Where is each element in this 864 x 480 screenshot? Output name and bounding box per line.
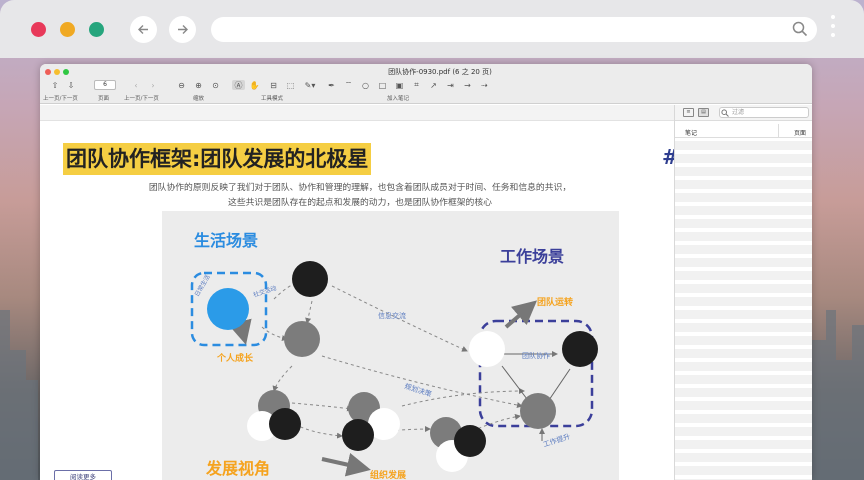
node-black-4 [342,419,374,451]
work-scene-title: 工作场景 [500,247,564,266]
pdf-viewer-window: 团队协作-0930.pdf (6 之 20 页) ⇧ ⇩ 6 ‹ › ⊖ ⊕ ⊙… [40,64,812,480]
text-select-tool-icon[interactable]: Ⓐ [232,80,245,90]
notes-sidebar: ≡ ▤ 过滤 笔记 页面 [674,105,812,480]
sidebar-toolbar: ≡ ▤ 过滤 [675,105,812,121]
list-view-icon[interactable]: ≡ [683,108,694,117]
toolbar-label-zoom: 缩放 [193,96,205,102]
toolbar-label-page: 页面 [98,96,110,102]
page-heading: 团队协作框架:团队发展的北极星 [63,143,372,175]
text-box-icon[interactable]: ▣ [394,80,405,90]
pen-tool-icon[interactable]: ✒ [326,80,337,90]
page-subtitle: 团队协作的原则反映了我们对于团队、协作和管理的理解，也包含着团队成员对于时间、任… [100,181,620,211]
viewer-maximize-button[interactable] [63,69,69,75]
viewer-close-button[interactable] [45,69,51,75]
chevron-right-icon[interactable]: › [148,80,158,90]
life-scene-title: 生活场景 [194,231,258,250]
document-title: 团队协作-0930.pdf (6 之 20 页) [388,68,492,76]
back-button[interactable] [130,16,157,43]
toolbar-label-tool-mode: 工具模式 [261,96,284,102]
marquee-tool-icon[interactable]: ⬚ [285,80,296,90]
stamp-tool-icon[interactable]: ⊟ [268,80,279,90]
zoom-out-icon[interactable]: ⊖ [176,80,187,90]
toolbar-label-add-note: 加入笔记 [387,96,410,102]
growth-view-title: 发展视角 [205,459,270,478]
kebab-menu-icon[interactable] [830,15,836,43]
sidebar-search-input[interactable]: 过滤 [719,107,809,118]
viewer-toolbar: 团队协作-0930.pdf (6 之 20 页) ⇧ ⇩ 6 ‹ › ⊖ ⊕ ⊙… [40,64,812,104]
personal-growth-label: 个人成长 [216,352,254,364]
node-black-1 [292,261,328,297]
maximize-window-button[interactable] [89,22,104,37]
subtitle-line-1: 团队协作的原则反映了我们对于团队、协作和管理的理解，也包含着团队成员对于时间、任… [148,183,572,193]
collaboration-diagram: 生活场景 工作场景 发展视角 个人成长 团队运转 组织发展 信息交流 团队协作 … [162,211,619,480]
arrow-left-icon [138,25,148,34]
comment-tool-icon[interactable]: ⌔ [343,80,354,90]
shape-circle-icon[interactable]: ○ [360,80,371,90]
forward-button[interactable] [169,16,196,43]
node-black-2 [562,331,598,367]
close-window-button[interactable] [31,22,46,37]
read-more-button[interactable]: 阅读更多 [54,470,112,480]
notes-column-label: 笔记 [685,130,698,137]
document-page: 团队协作框架:团队发展的北极星 # 团队协作的原则反映了我们对于团队、协作和管理… [40,105,679,480]
toolbar-label-prev-next-2: 上一页/下一页 [124,96,159,102]
node-black-3 [269,408,301,440]
minimize-window-button[interactable] [60,22,75,37]
hand-tool-icon[interactable]: ✋ [249,80,260,90]
zoom-fit-icon[interactable]: ⊙ [210,80,221,90]
node-black-5 [454,425,486,457]
info-exchange-label: 信息交流 [378,311,406,320]
filter-search-icon [721,109,729,117]
chevron-left-icon[interactable]: ‹ [131,80,141,90]
line-tool-icon[interactable]: ↗ [428,80,439,90]
sidebar-column-header: 笔记 页面 [675,124,812,138]
node-gray-2 [520,393,556,429]
highlight-tool-icon[interactable]: ✎▾ [303,80,317,90]
page-number-field[interactable]: 6 [94,80,116,90]
diagram-canvas: 生活场景 工作场景 发展视角 个人成长 团队运转 组织发展 信息交流 团队协作 … [190,231,598,480]
previous-page-icon[interactable]: ⇧ [50,80,60,90]
node-white-1 [469,331,505,367]
work-improve-label: 工作提升 [542,432,571,449]
dash-tool-icon[interactable]: ⇢ [479,80,490,90]
sidebar-search-placeholder: 过滤 [732,109,745,116]
subtitle-line-2: 这些共识是团队存在的起点和发展的动力，也是团队协作框架的核心 [228,198,492,208]
search-icon [792,21,808,37]
toolbar-label-prev-next: 上一页/下一页 [43,96,78,102]
address-bar[interactable] [211,17,817,42]
org-development-label: 组织发展 [370,469,406,480]
page-top-strip [40,105,674,121]
browser-toolbar [0,0,864,58]
node-gray-1 [284,321,320,357]
shape-rect-icon[interactable]: □ [377,80,388,90]
arrow-right-icon [178,25,188,34]
team-operation-label: 团队运转 [537,296,573,308]
person-node [207,288,249,330]
team-collab-label: 团队协作 [522,351,550,360]
arrow-tool-icon[interactable]: → [462,80,473,90]
notes-list [675,141,812,480]
grid-view-icon[interactable]: ▤ [698,108,709,117]
viewer-minimize-button[interactable] [54,69,60,75]
page-column-label: 页面 [794,130,807,137]
next-page-icon[interactable]: ⇩ [66,80,76,90]
planning-decision-label: 规划决策 [403,381,432,398]
signature-icon[interactable]: ⌗ [411,80,422,90]
zoom-in-icon[interactable]: ⊕ [193,80,204,90]
connector-tool-icon[interactable]: ⇥ [445,80,456,90]
